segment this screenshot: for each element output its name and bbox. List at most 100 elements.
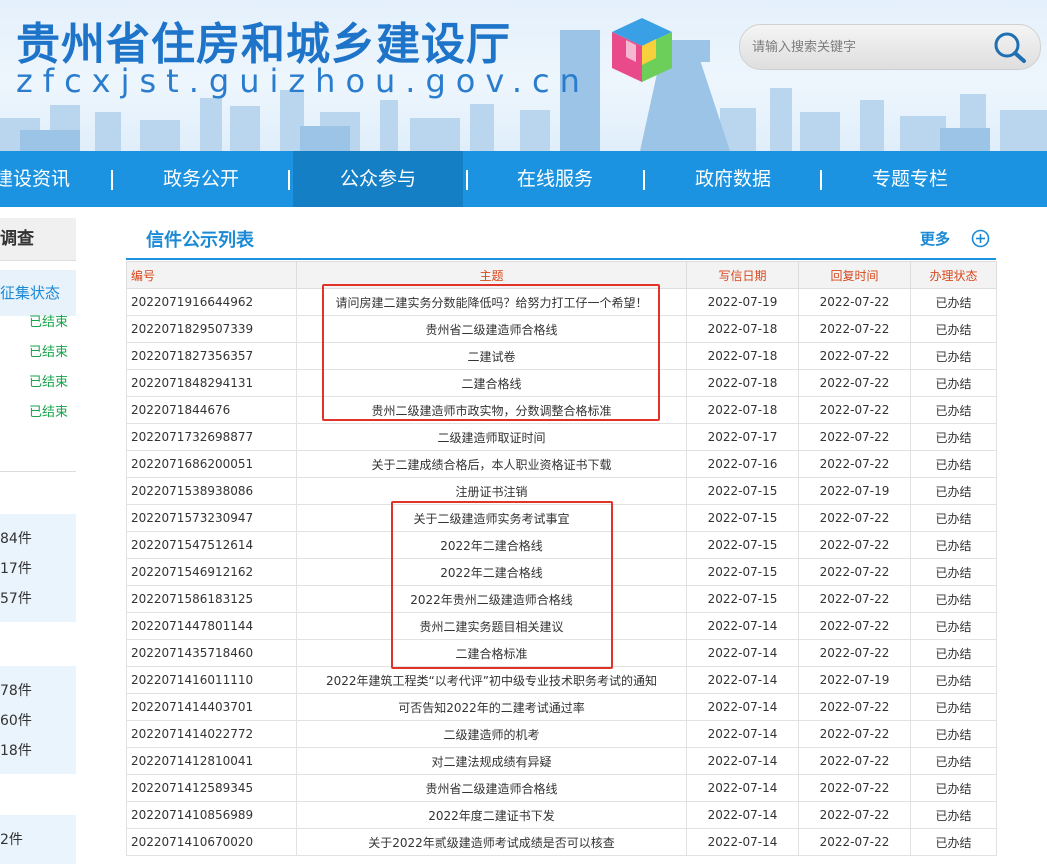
letter-status-cell: 已办结	[910, 477, 997, 505]
table-row[interactable]: 2022071414403701 可否告知2022年的二建考试通过率 2022-07…	[126, 693, 997, 721]
table-row[interactable]: 2022071410670020 关于2022年贰级建造师考试成绩是否可以核查 20…	[126, 828, 997, 856]
sidebar-subheading-label: 征集状态	[0, 284, 61, 302]
letter-subject-link[interactable]: 贵州二级建造师市政实物，分数调整合格标准	[296, 396, 687, 424]
table-row[interactable]: 2022071447801144 贵州二建实务题目相关建议 2022-07-14 20…	[126, 612, 997, 640]
status-ended-text: 已结束	[29, 375, 69, 390]
cube-logo-icon	[612, 18, 672, 82]
letter-id-cell: 2022071547512614	[126, 531, 297, 559]
letter-reply-date-cell: 2022-07-22	[798, 342, 911, 370]
letter-reply-date-cell: 2022-07-22	[798, 801, 911, 829]
letter-subject-link[interactable]: 注册证书注销	[296, 477, 687, 505]
letter-write-date-cell: 2022-07-19	[686, 288, 799, 316]
table-row[interactable]: 2022071547512614 2022年二建合格线 2022-07-15 2022…	[126, 531, 997, 559]
table-row[interactable]: 2022071848294131 二建合格线 2022-07-18 2022-07-2…	[126, 369, 997, 397]
nav-separator	[820, 170, 822, 190]
letter-id-cell: 2022071829507339	[126, 315, 297, 343]
letter-subject-link[interactable]: 贵州二建实务题目相关建议	[296, 612, 687, 640]
sidebar-count-block: 78件 60件 18件	[0, 666, 76, 774]
letter-subject-link[interactable]: 请问房建二建实务分数能降低吗？给努力打工仔一个希望！	[296, 288, 687, 316]
count-text: 17件	[0, 561, 32, 577]
letter-write-date-cell: 2022-07-18	[686, 315, 799, 343]
letter-id-cell: 2022071410856989	[126, 801, 297, 829]
letter-subject-link[interactable]: 关于二建成绩合格后，本人职业资格证书下载	[296, 450, 687, 478]
left-sidebar: 调查 征集状态 已结束 已结束 已结束 已结束 84件 17件 57件 78件 …	[0, 218, 76, 864]
table-row[interactable]: 2022071844676 贵州二级建造师市政实物，分数调整合格标准 2022-07…	[126, 396, 997, 424]
letter-id-cell: 2022071844676	[126, 396, 297, 424]
letter-subject-link[interactable]: 2022年二建合格线	[296, 558, 687, 586]
letter-subject-link[interactable]: 贵州省二级建造师合格线	[296, 774, 687, 802]
table-row[interactable]: 2022071412810041 对二建法规成绩有异疑 2022-07-14 2022…	[126, 747, 997, 775]
table-row[interactable]: 2022071435718460 二建合格标准 2022-07-14 2022-07-…	[126, 639, 997, 667]
letter-id-cell: 2022071414403701	[126, 693, 297, 721]
letter-reply-date-cell: 2022-07-22	[798, 315, 911, 343]
status-ended-text: 已结束	[29, 315, 69, 330]
letter-subject-link[interactable]: 2022年度二建证书下发	[296, 801, 687, 829]
letter-id-cell: 2022071416011110	[126, 666, 297, 694]
table-row[interactable]: 2022071827356357 二建试卷 2022-07-18 2022-07-22…	[126, 342, 997, 370]
letter-subject-link[interactable]: 2022年贵州二级建造师合格线	[296, 585, 687, 613]
letter-status-cell: 已办结	[910, 639, 997, 667]
letter-subject-link[interactable]: 二建试卷	[296, 342, 687, 370]
sidebar-divider	[0, 471, 76, 472]
search-icon[interactable]	[992, 30, 1028, 64]
letter-write-date-cell: 2022-07-18	[686, 369, 799, 397]
letters-table: 编号 主题 写信日期 回复时间 办理状态 2022071916644962 请问房…	[126, 261, 997, 856]
letter-subject-link[interactable]: 二建合格线	[296, 369, 687, 397]
nav-item-public-participation[interactable]: 公众参与	[293, 151, 463, 207]
letter-status-cell: 已办结	[910, 558, 997, 586]
table-row[interactable]: 2022071916644962 请问房建二建实务分数能降低吗？给努力打工仔一个希…	[126, 288, 997, 316]
letter-subject-link[interactable]: 2022年建筑工程类“以考代评”初中级专业技术职务考试的通知	[296, 666, 687, 694]
letter-subject-link[interactable]: 可否告知2022年的二建考试通过率	[296, 693, 687, 721]
letter-subject-link[interactable]: 二级建造师的机考	[296, 720, 687, 748]
letter-reply-date-cell: 2022-07-19	[798, 477, 911, 505]
letter-id-cell: 2022071414022772	[126, 720, 297, 748]
letter-reply-date-cell: 2022-07-22	[798, 747, 911, 775]
letter-reply-date-cell: 2022-07-19	[798, 666, 911, 694]
letter-write-date-cell: 2022-07-14	[686, 747, 799, 775]
sidebar-heading: 调查	[0, 218, 76, 261]
table-row[interactable]: 2022071732698877 二级建造师取证时间 2022-07-17 2022-…	[126, 423, 997, 451]
nav-item-construction-news[interactable]: 建设资讯	[0, 151, 78, 207]
letter-reply-date-cell: 2022-07-22	[798, 288, 911, 316]
table-row[interactable]: 2022071538938086 注册证书注销 2022-07-15 2022-07-…	[126, 477, 997, 505]
table-row[interactable]: 2022071412589345 贵州省二级建造师合格线 2022-07-14 202…	[126, 774, 997, 802]
table-row[interactable]: 2022071414022772 二级建造师的机考 2022-07-14 2022-0…	[126, 720, 997, 748]
sidebar-subheading: 征集状态	[0, 270, 76, 316]
letter-subject-link[interactable]: 贵州省二级建造师合格线	[296, 315, 687, 343]
table-row[interactable]: 2022071686200051 关于二建成绩合格后，本人职业资格证书下载 2022…	[126, 450, 997, 478]
letter-reply-date-cell: 2022-07-22	[798, 504, 911, 532]
more-link[interactable]: 更多	[920, 228, 950, 249]
nav-item-government-affairs[interactable]: 政务公开	[140, 151, 262, 207]
letter-id-cell: 2022071412810041	[126, 747, 297, 775]
table-row[interactable]: 2022071829507339 贵州省二级建造师合格线 2022-07-18 202…	[126, 315, 997, 343]
letter-subject-link[interactable]: 关于二级建造师实务考试事宜	[296, 504, 687, 532]
letter-status-cell: 已办结	[910, 774, 997, 802]
column-header-write-date: 写信日期	[686, 261, 799, 289]
letter-id-cell: 2022071435718460	[126, 639, 297, 667]
letter-subject-link[interactable]: 关于2022年贰级建造师考试成绩是否可以核查	[296, 828, 687, 856]
letter-subject-link[interactable]: 二建合格标准	[296, 639, 687, 667]
letter-id-cell: 2022071848294131	[126, 369, 297, 397]
letter-write-date-cell: 2022-07-15	[686, 477, 799, 505]
table-row[interactable]: 2022071416011110 2022年建筑工程类“以考代评”初中级专业技术职…	[126, 666, 997, 694]
status-ended-text: 已结束	[29, 345, 69, 360]
letter-reply-date-cell: 2022-07-22	[798, 450, 911, 478]
plus-circle-icon[interactable]	[971, 229, 990, 248]
letter-write-date-cell: 2022-07-14	[686, 693, 799, 721]
letter-subject-link[interactable]: 2022年二建合格线	[296, 531, 687, 559]
search-input[interactable]	[750, 35, 984, 59]
letter-status-cell: 已办结	[910, 369, 997, 397]
table-row[interactable]: 2022071573230947 关于二级建造师实务考试事宜 2022-07-15 2…	[126, 504, 997, 532]
letter-subject-link[interactable]: 二级建造师取证时间	[296, 423, 687, 451]
nav-item-government-data[interactable]: 政府数据	[672, 151, 794, 207]
nav-item-online-services[interactable]: 在线服务	[494, 151, 616, 207]
nav-item-special-topics[interactable]: 专题专栏	[849, 151, 971, 207]
count-text: 18件	[0, 743, 32, 759]
table-row[interactable]: 2022071546912162 2022年二建合格线 2022-07-15 2022…	[126, 558, 997, 586]
letter-status-cell: 已办结	[910, 693, 997, 721]
nav-separator	[288, 170, 290, 190]
letter-subject-link[interactable]: 对二建法规成绩有异疑	[296, 747, 687, 775]
table-row[interactable]: 2022071410856989 2022年度二建证书下发 2022-07-14 20…	[126, 801, 997, 829]
letter-write-date-cell: 2022-07-15	[686, 585, 799, 613]
table-row[interactable]: 2022071586183125 2022年贵州二级建造师合格线 2022-07-1…	[126, 585, 997, 613]
